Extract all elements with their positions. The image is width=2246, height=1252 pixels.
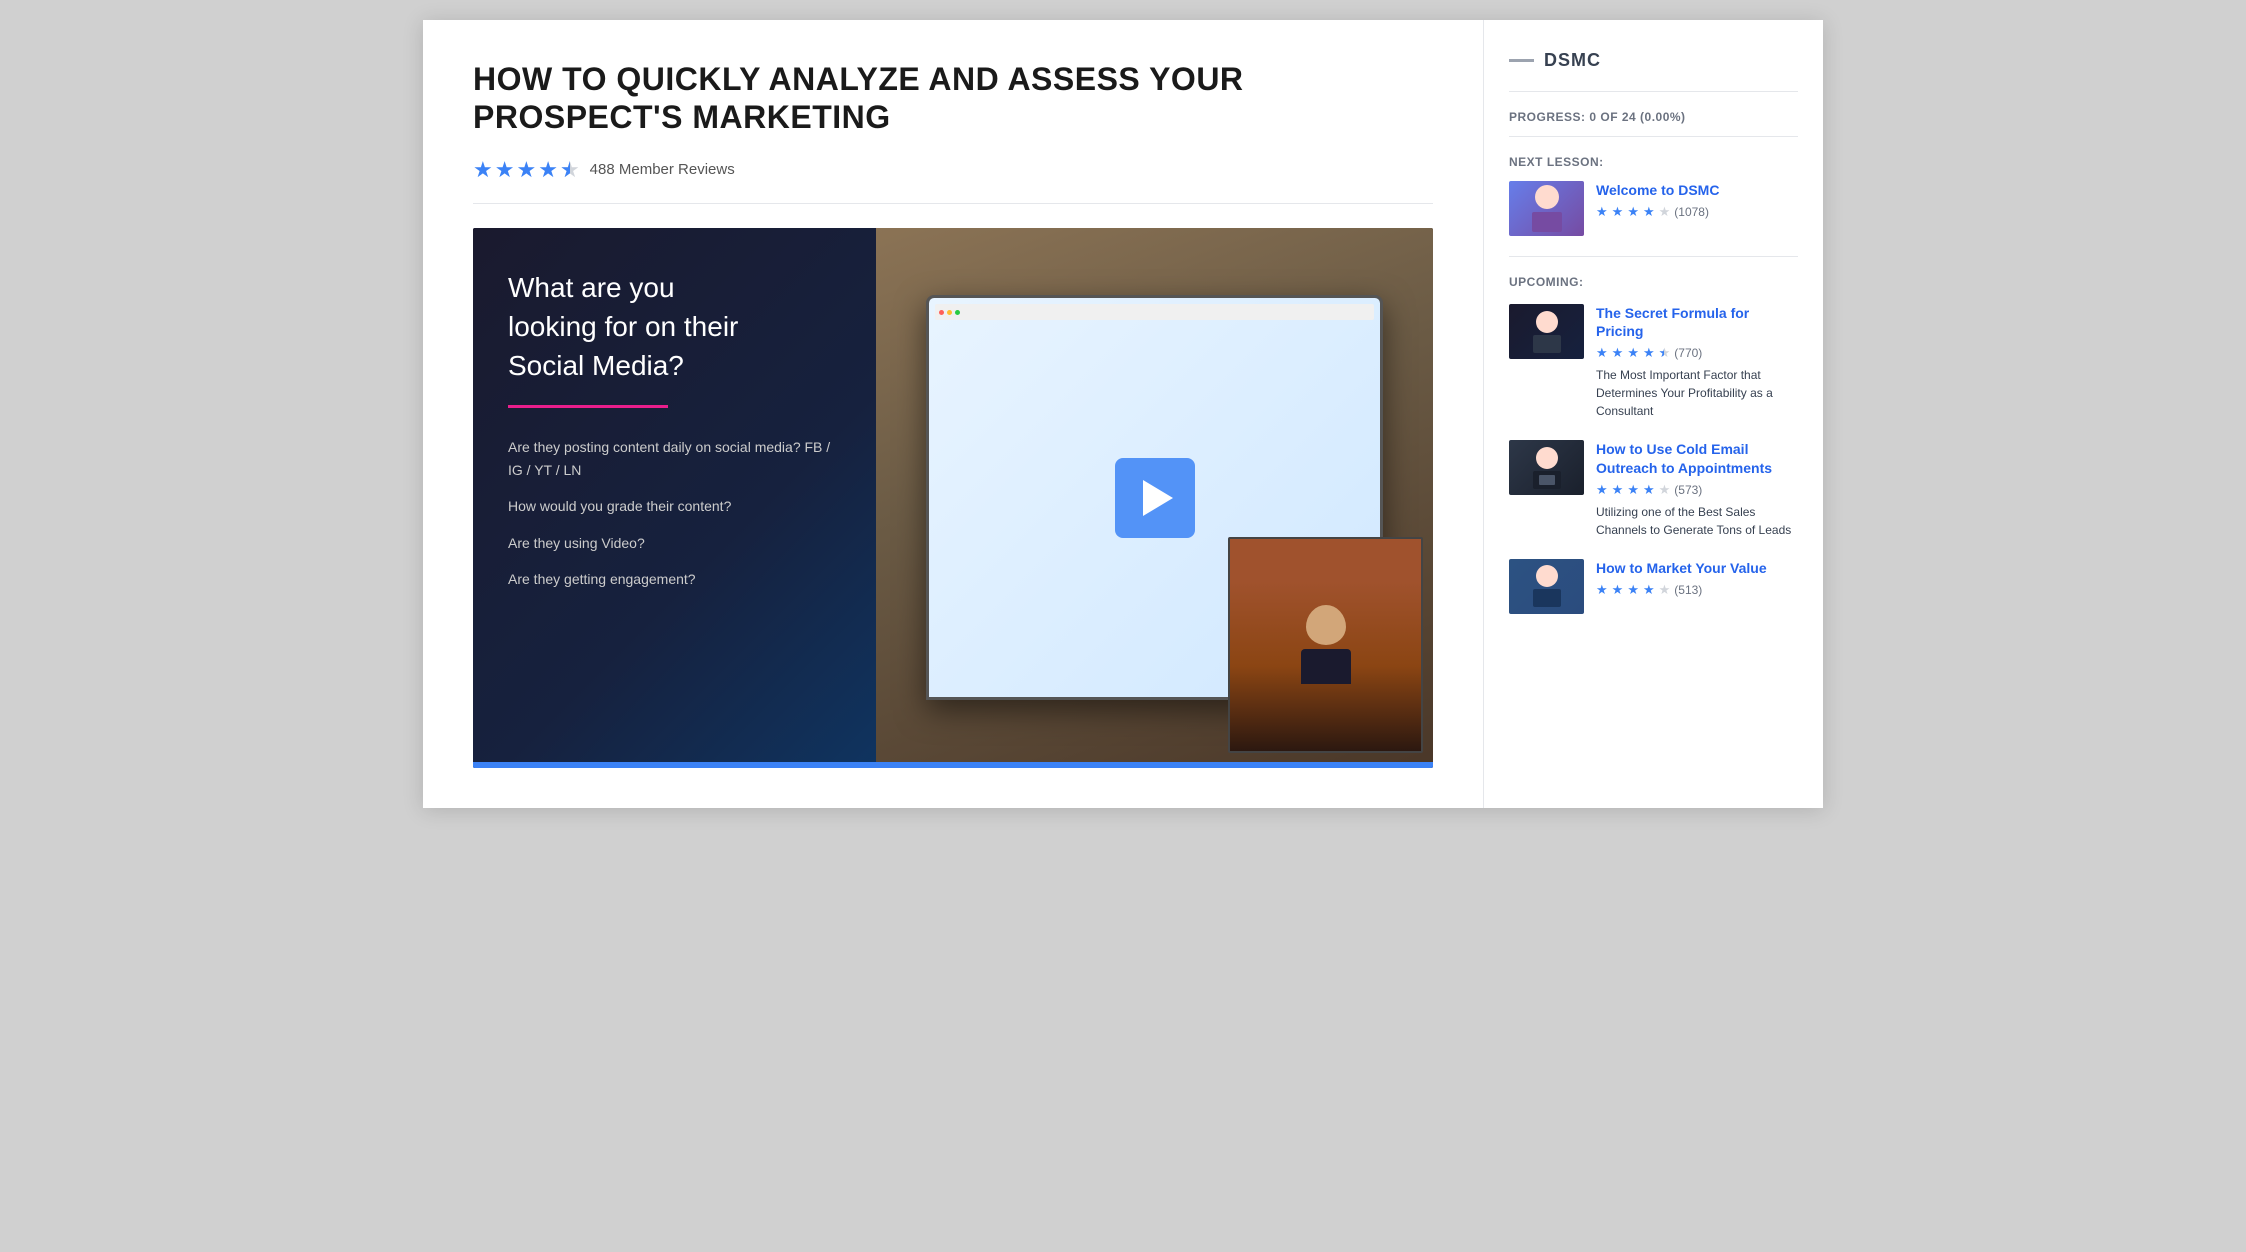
welcome-thumb-bg: [1509, 181, 1584, 236]
upcoming-lesson-2[interactable]: How to Use Cold Email Outreach to Appoin…: [1509, 440, 1798, 538]
upcoming-3-title[interactable]: How to Market Your Value: [1596, 559, 1798, 577]
bullet-1: Are they posting content daily on social…: [508, 436, 841, 481]
sidebar-top-divider: [1509, 91, 1798, 92]
upcoming-3-stars: ★ ★ ★ ★ ★ (513): [1596, 582, 1798, 598]
next-lesson-title[interactable]: Welcome to DSMC: [1596, 181, 1798, 199]
video-progress-bar[interactable]: [473, 762, 1433, 768]
sidebar: DSMC PROGRESS: 0 OF 24 (0.00%) NEXT LESS…: [1483, 20, 1823, 808]
video-player[interactable]: What are youlooking for on theirSocial M…: [473, 228, 1433, 768]
star-1: ★: [473, 157, 493, 183]
video-inset: [1228, 537, 1423, 753]
upcoming-1-thumbnail: [1509, 304, 1584, 359]
upcoming-3-thumbnail: [1509, 559, 1584, 614]
play-button[interactable]: [1115, 458, 1195, 538]
nl-star-5: ★: [1659, 204, 1671, 220]
star-3: ★: [516, 157, 536, 183]
browser-bar: [935, 304, 1374, 320]
u1-star-1: ★: [1596, 345, 1608, 361]
next-lesson-thumbnail: [1509, 181, 1584, 236]
next-lesson-stars: ★ ★ ★ ★ ★ (1078): [1596, 204, 1798, 220]
video-right-panel: [876, 228, 1433, 768]
star-5-half: ★★: [560, 157, 580, 183]
u3-star-2: ★: [1612, 582, 1624, 598]
u1-star-2: ★: [1612, 345, 1624, 361]
u2-rating-count: (573): [1674, 483, 1702, 497]
rating-row: ★ ★ ★ ★ ★★ 488 Member Reviews: [473, 157, 1433, 183]
review-count: 488 Member Reviews: [590, 161, 735, 178]
inset-person: [1230, 539, 1421, 751]
video-left-panel: What are youlooking for on theirSocial M…: [473, 228, 876, 768]
star-4: ★: [538, 157, 558, 183]
bullet-2: How would you grade their content?: [508, 495, 841, 517]
u3-star-3: ★: [1627, 582, 1639, 598]
nl-star-3: ★: [1627, 204, 1639, 220]
sidebar-progress-divider: [1509, 136, 1798, 137]
u2-star-2: ★: [1612, 482, 1624, 498]
star-2: ★: [495, 157, 515, 183]
u2-star-3: ★: [1627, 482, 1639, 498]
upcoming-2-desc: Utilizing one of the Best Sales Channels…: [1596, 503, 1798, 539]
bullet-3: Are they using Video?: [508, 532, 841, 554]
play-icon: [1143, 480, 1173, 516]
upcoming-lesson-1[interactable]: The Secret Formula for Pricing ★ ★ ★ ★ ★…: [1509, 304, 1798, 420]
bullet-4: Are they getting engagement?: [508, 568, 841, 590]
upcoming-2-stars: ★ ★ ★ ★ ★ (573): [1596, 482, 1798, 498]
u3-star-1: ★: [1596, 582, 1608, 598]
u1-star-5: ★★: [1659, 345, 1671, 361]
upcoming-2-thumbnail: [1509, 440, 1584, 495]
upcoming-3-info: How to Market Your Value ★ ★ ★ ★ ★ (513): [1596, 559, 1798, 614]
sidebar-upcoming-divider: [1509, 256, 1798, 257]
upcoming-2-title[interactable]: How to Use Cold Email Outreach to Appoin…: [1596, 440, 1798, 476]
main-content: HOW TO QUICKLY ANALYZE AND ASSESS YOUR P…: [423, 20, 1483, 808]
next-lesson-label: NEXT LESSON:: [1509, 155, 1798, 169]
cold-thumb-bg: [1509, 440, 1584, 495]
section-divider: [473, 203, 1433, 204]
upcoming-1-desc: The Most Important Factor that Determine…: [1596, 366, 1798, 420]
next-lesson-item[interactable]: Welcome to DSMC ★ ★ ★ ★ ★ (1078): [1509, 181, 1798, 236]
pink-divider: [508, 405, 668, 408]
upcoming-2-info: How to Use Cold Email Outreach to Appoin…: [1596, 440, 1798, 538]
video-title-text: What are youlooking for on theirSocial M…: [508, 268, 841, 386]
course-title: HOW TO QUICKLY ANALYZE AND ASSESS YOUR P…: [473, 60, 1433, 137]
u2-star-5: ★: [1659, 482, 1671, 498]
nl-rating-count: (1078): [1674, 205, 1709, 219]
upcoming-1-title[interactable]: The Secret Formula for Pricing: [1596, 304, 1798, 340]
nl-star-2: ★: [1612, 204, 1624, 220]
formula-thumb-bg: [1509, 304, 1584, 359]
upcoming-1-stars: ★ ★ ★ ★ ★★ (770): [1596, 345, 1798, 361]
u2-star-1: ★: [1596, 482, 1608, 498]
brand-dash: [1509, 59, 1534, 62]
u1-rating-count: (770): [1674, 346, 1702, 360]
nl-star-1: ★: [1596, 204, 1608, 220]
u1-star-3: ★: [1627, 345, 1639, 361]
upcoming-1-info: The Secret Formula for Pricing ★ ★ ★ ★ ★…: [1596, 304, 1798, 420]
main-stars: ★ ★ ★ ★ ★★: [473, 157, 580, 183]
u3-star-5: ★: [1659, 582, 1671, 598]
upcoming-label: UPCOMING:: [1509, 275, 1798, 289]
next-lesson-info: Welcome to DSMC ★ ★ ★ ★ ★ (1078): [1596, 181, 1798, 236]
market-thumb-bg: [1509, 559, 1584, 614]
u2-star-4: ★: [1643, 482, 1655, 498]
brand-name: DSMC: [1544, 50, 1601, 71]
sidebar-brand: DSMC: [1509, 50, 1798, 71]
u3-rating-count: (513): [1674, 583, 1702, 597]
u3-star-4: ★: [1643, 582, 1655, 598]
u1-star-4: ★: [1643, 345, 1655, 361]
upcoming-lesson-3[interactable]: How to Market Your Value ★ ★ ★ ★ ★ (513): [1509, 559, 1798, 614]
progress-indicator: PROGRESS: 0 OF 24 (0.00%): [1509, 110, 1798, 124]
video-background: What are youlooking for on theirSocial M…: [473, 228, 1433, 768]
nl-star-4: ★: [1643, 204, 1655, 220]
